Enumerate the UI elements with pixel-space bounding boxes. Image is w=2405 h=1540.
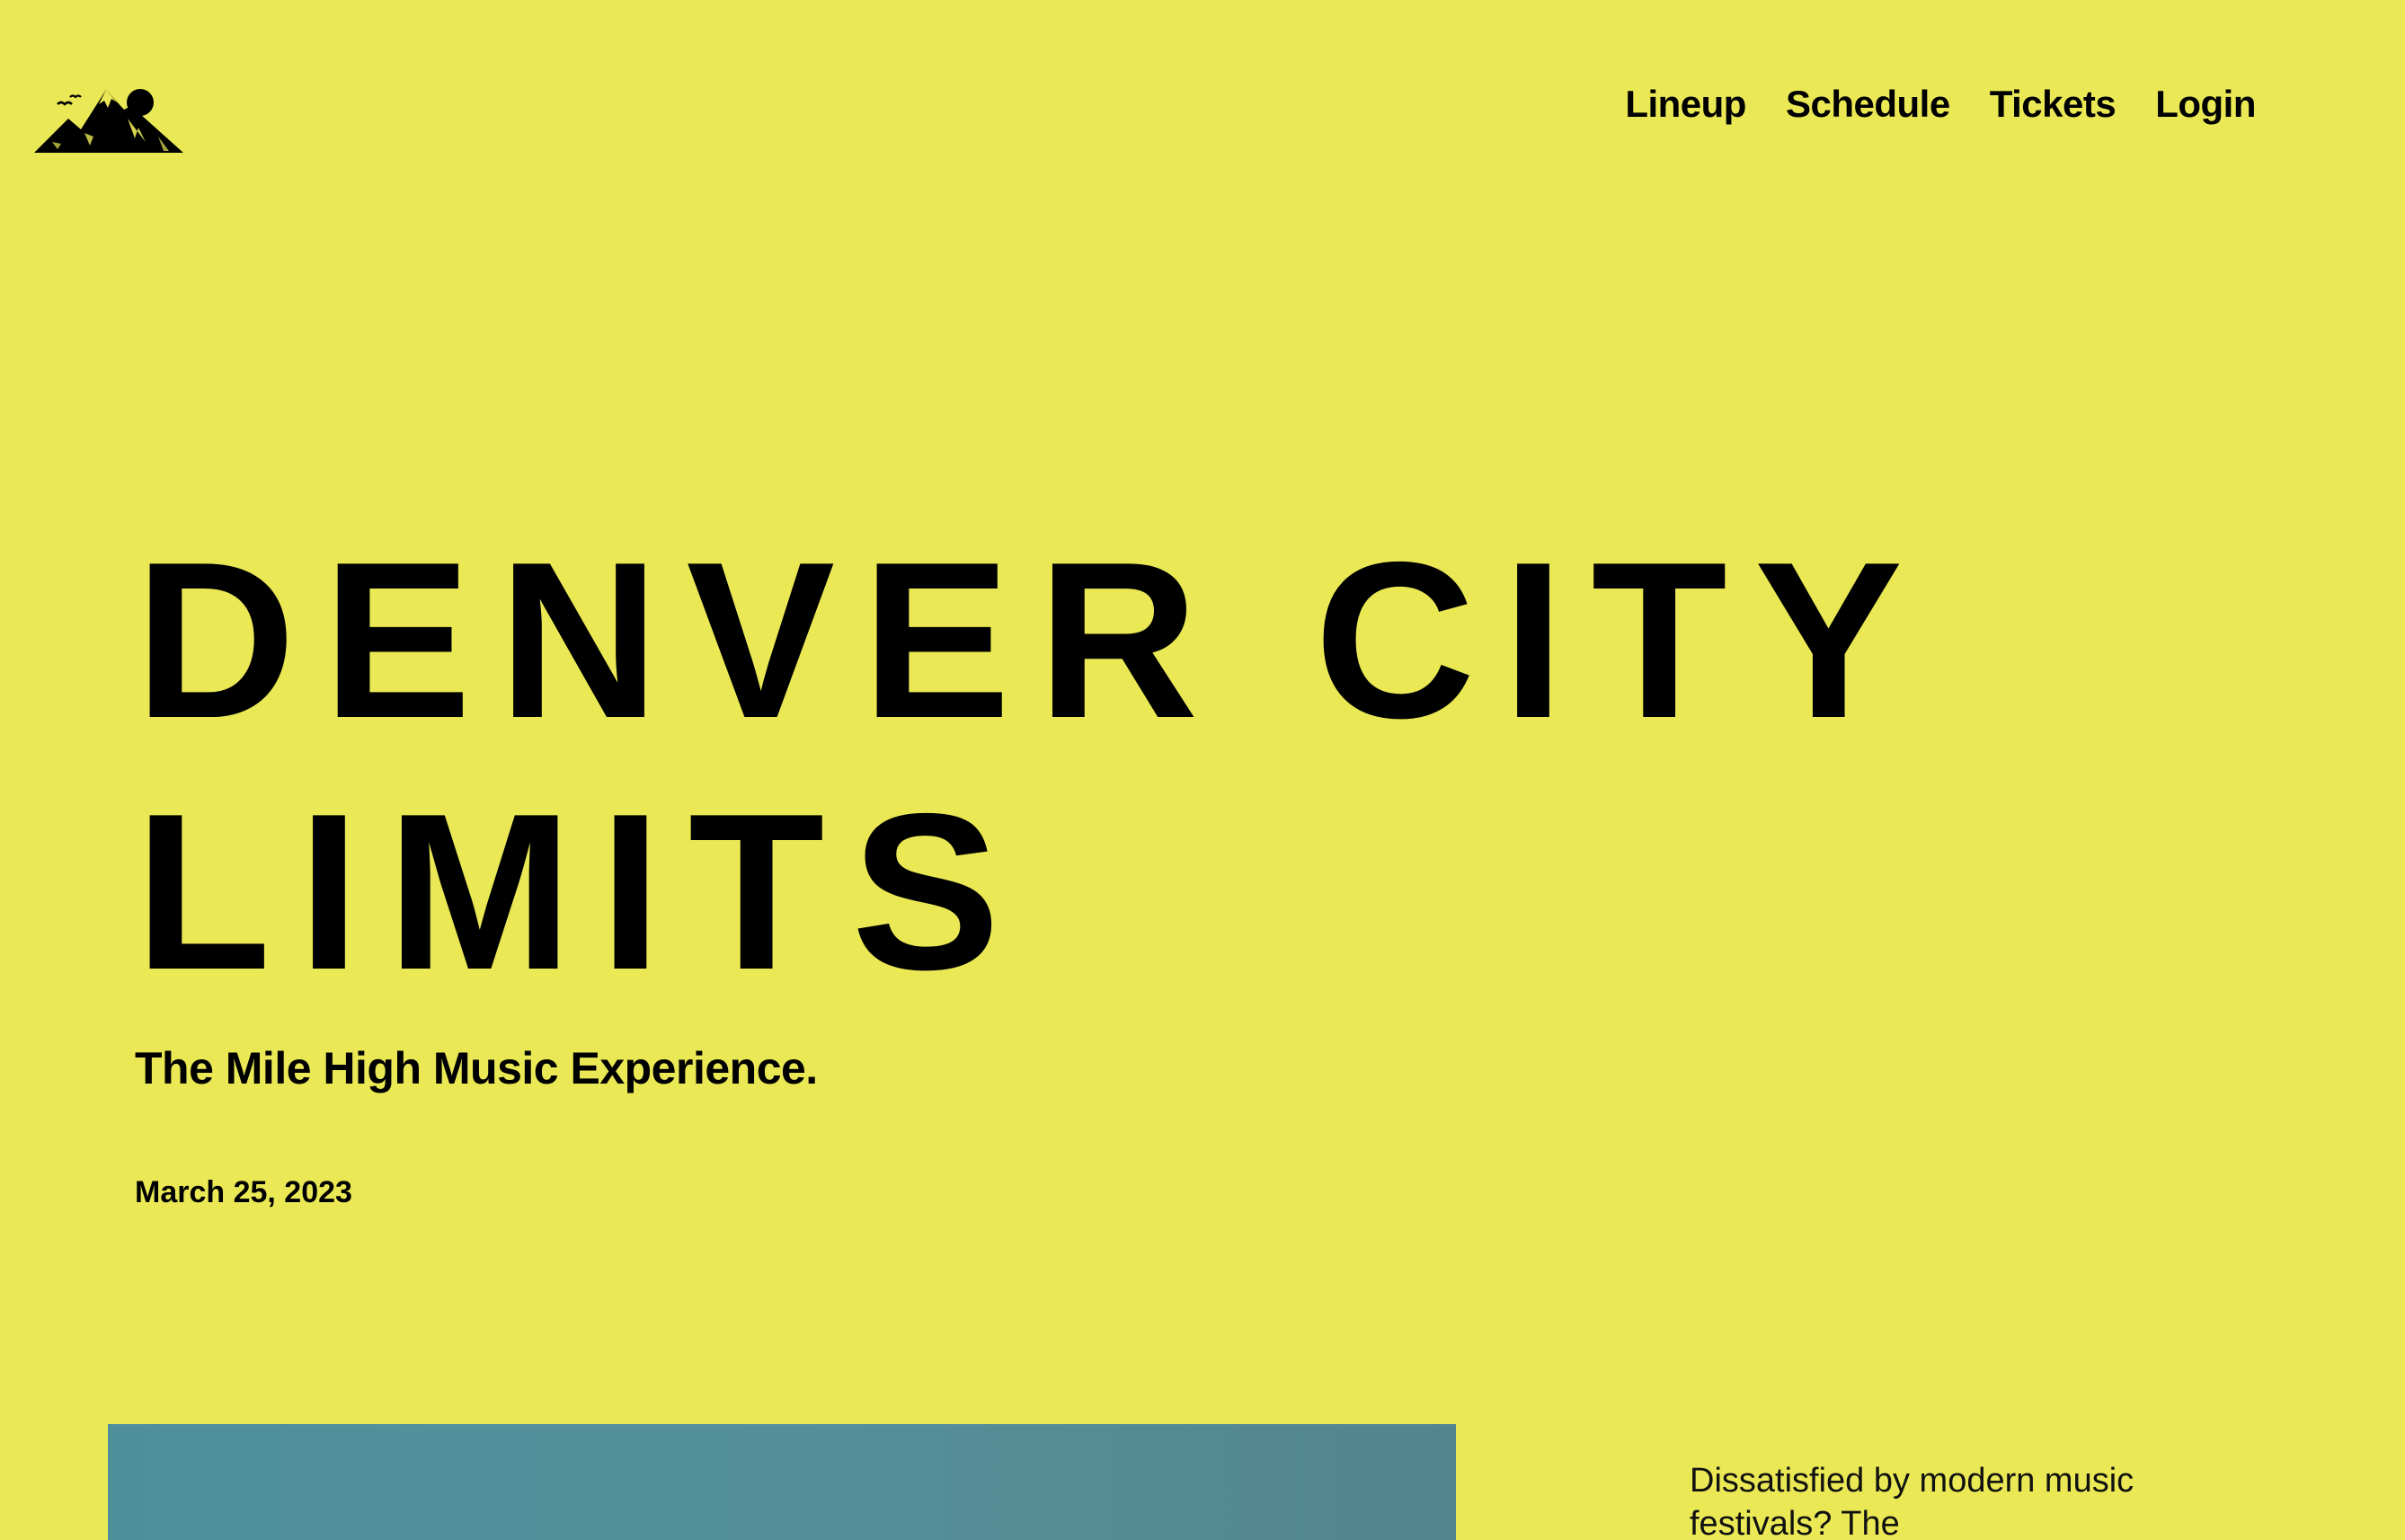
nav-link-login[interactable]: Login xyxy=(2155,83,2256,126)
page-title-line-1: DENVER CITY xyxy=(135,515,1930,765)
page: Lineup Schedule Tickets Login DENVER CIT… xyxy=(0,0,2405,1540)
nav-link-lineup[interactable]: Lineup xyxy=(1625,83,1746,126)
mountain-logo-icon[interactable] xyxy=(34,83,183,155)
main-nav: Lineup Schedule Tickets Login xyxy=(1625,83,2256,126)
nav-link-schedule[interactable]: Schedule xyxy=(1786,83,1950,126)
nav-link-tickets[interactable]: Tickets xyxy=(1990,83,2117,126)
event-date: March 25, 2023 xyxy=(135,1175,352,1209)
intro-paragraph: Dissatisfied by modern music festivals? … xyxy=(1690,1462,2134,1540)
hero-photo xyxy=(108,1424,1456,1540)
page-title-line-2: LIMITS xyxy=(135,766,1027,1016)
hero-tagline: The Mile High Music Experience. xyxy=(135,1043,818,1093)
page-title: DENVER CITY LIMITS xyxy=(135,514,1930,1017)
